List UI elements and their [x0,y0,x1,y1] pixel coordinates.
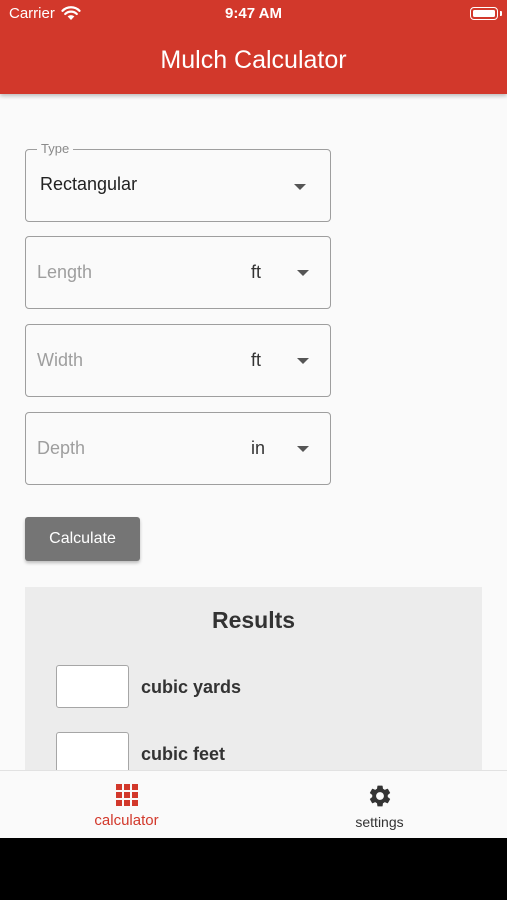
cubic-yards-label: cubic yards [141,677,242,697]
width-field[interactable]: Width ft [25,324,331,397]
app-bar: Carrier 9:47 AM Mulch Calculator [0,0,507,94]
status-bar: Carrier 9:47 AM [0,0,507,28]
status-time: 9:47 AM [225,5,282,22]
depth-field[interactable]: Depth in [25,412,331,485]
nav-item-settings[interactable]: settings [253,771,506,838]
length-placeholder: Length [37,262,93,282]
depth-placeholder: Depth [37,438,86,458]
type-value: Rectangular [40,174,138,194]
length-unit: ft [251,262,262,282]
chevron-down-icon [297,270,309,276]
nav-label-settings: settings [355,814,404,830]
bottom-nav: calculator settings [0,770,507,838]
cubic-yards-output [56,665,129,708]
results-title: Results [211,607,296,633]
chevron-down-icon [297,358,309,364]
length-field[interactable]: Length ft [25,236,331,309]
battery-icon [470,7,502,20]
cubic-feet-label: cubic feet [141,744,226,764]
depth-unit: in [251,438,266,458]
chevron-down-icon [294,184,306,190]
width-unit: ft [251,350,262,370]
grid-icon [116,784,138,806]
cubic-feet-output [56,732,129,775]
app-screen: Carrier 9:47 AM Mulch Calculator Type Re… [0,0,507,838]
page-title: Mulch Calculator [160,46,347,74]
type-label: Type [37,141,74,157]
calculate-button[interactable]: Calculate [25,517,140,561]
nav-label-calculator: calculator [94,812,159,829]
width-placeholder: Width [37,350,84,370]
gear-icon [369,785,391,807]
type-select[interactable]: Type Rectangular [25,141,331,222]
nav-item-calculator[interactable]: calculator [0,771,253,838]
chevron-down-icon [297,446,309,452]
